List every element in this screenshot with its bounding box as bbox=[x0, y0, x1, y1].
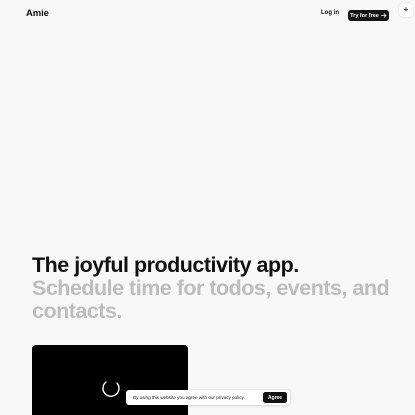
arrow-right-icon bbox=[380, 13, 387, 18]
hero-subtitle: Schedule time for todos, events, and con… bbox=[32, 276, 390, 323]
try-for-free-button[interactable]: Try for free bbox=[348, 10, 389, 21]
cookie-banner-text: By using this website you agree with our… bbox=[133, 395, 245, 400]
page: Amie Log in Try for free + The joyful pr… bbox=[0, 0, 415, 415]
login-link[interactable]: Log in bbox=[321, 10, 339, 16]
hero-headline: The joyful productivity app. Schedule ti… bbox=[32, 254, 402, 323]
loading-spinner-icon bbox=[102, 381, 120, 397]
agree-button[interactable]: Agree bbox=[263, 392, 287, 403]
plus-icon: + bbox=[403, 5, 409, 14]
corner-plus-button[interactable]: + bbox=[399, 3, 413, 17]
logo[interactable]: Amie bbox=[26, 8, 49, 19]
hero-title: The joyful productivity app. bbox=[32, 253, 299, 277]
cookie-banner: By using this website you agree with our… bbox=[126, 390, 290, 405]
try-for-free-label: Try for free bbox=[350, 12, 379, 19]
